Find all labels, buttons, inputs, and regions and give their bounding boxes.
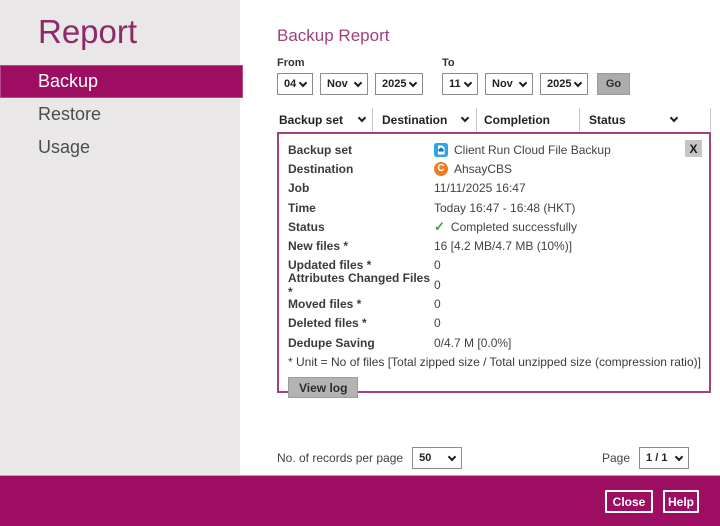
filter-backup-set[interactable]: Backup set: [277, 108, 373, 131]
sidebar-item-usage[interactable]: Usage: [0, 131, 240, 164]
to-month-value: Nov: [492, 78, 513, 90]
chevron-down-icon: [353, 78, 363, 87]
filter-destination[interactable]: Destination: [373, 108, 477, 131]
sidebar-item-restore[interactable]: Restore: [0, 98, 240, 131]
to-day-value: 11: [449, 78, 461, 90]
report-row-deleted-files: Deleted files * 0: [288, 316, 441, 331]
to-date-group: To 11 Nov 2025: [442, 57, 588, 95]
chevron-down-icon: [447, 452, 457, 461]
dedupe-saving-value: 0/4.7 M [0.0%]: [434, 335, 512, 350]
page-title: Report: [38, 13, 138, 50]
job-value: 11/11/2025 16:47: [434, 181, 526, 196]
ahsaycbs-icon: C: [434, 161, 448, 176]
pagination-bar: No. of records per page 50 Page 1 / 1: [277, 447, 711, 471]
from-month-select[interactable]: Nov: [320, 73, 368, 95]
chevron-down-icon: [357, 113, 367, 123]
chevron-down-icon: [573, 78, 583, 87]
filter-status[interactable]: Status: [580, 108, 711, 131]
from-date-group: From 04 Nov 2025: [277, 57, 423, 95]
report-row-status: Status ✓ Completed successfully: [288, 218, 577, 234]
filter-status-label: Status: [589, 112, 626, 127]
go-button[interactable]: Go: [597, 73, 630, 95]
page-select-group: Page 1 / 1: [602, 447, 690, 469]
sidebar: Report Backup Restore Usage: [0, 0, 243, 475]
report-row-job: Job 11/11/2025 16:47: [288, 181, 526, 196]
attributes-changed-value: 0: [434, 277, 441, 292]
view-log-button[interactable]: View log: [288, 377, 359, 399]
report-window: Report Backup Restore Usage Backup Repor…: [0, 0, 720, 526]
sidebar-nav: Backup Restore Usage: [0, 65, 243, 164]
from-year-value: 2025: [382, 78, 407, 90]
updated-files-value: 0: [434, 258, 441, 273]
section-heading: Backup Report: [277, 26, 390, 45]
moved-files-value: 0: [434, 297, 441, 312]
report-row-backup-set: Backup set Client Run Cloud File Backup: [288, 142, 611, 157]
records-per-page-value: 50: [419, 452, 432, 464]
from-label: From: [277, 57, 305, 69]
records-per-page-label: No. of records per page: [277, 451, 404, 465]
help-button[interactable]: Help: [663, 490, 699, 513]
records-per-page-select[interactable]: 50: [412, 447, 463, 469]
chevron-down-icon: [408, 78, 418, 87]
report-row-moved-files: Moved files * 0: [288, 297, 441, 312]
sidebar-item-backup[interactable]: Backup: [0, 65, 243, 98]
chevron-down-icon: [669, 113, 679, 123]
new-files-value: 16 [4.2 MB/4.7 MB (10%)]: [434, 239, 573, 254]
close-report-button[interactable]: X: [685, 140, 702, 157]
filter-completion-label: Completion: [484, 112, 550, 127]
to-day-select[interactable]: 11: [442, 73, 478, 95]
to-year-value: 2025: [547, 78, 572, 90]
page-label: Page: [602, 451, 631, 465]
close-button[interactable]: Close: [605, 490, 653, 513]
report-detail-panel: X Backup set Client Run Cloud File Backu…: [277, 132, 711, 399]
from-year-select[interactable]: 2025: [375, 73, 423, 95]
report-row-new-files: New files * 16 [4.2 MB/4.7 MB (10%)]: [288, 239, 573, 254]
chevron-down-icon: [298, 78, 308, 87]
chevron-down-icon: [463, 78, 473, 87]
page-value: 1 / 1: [646, 452, 668, 464]
cloud-file-backup-icon: [434, 142, 448, 157]
from-month-value: Nov: [327, 78, 348, 90]
footer-bar: Close Help: [0, 475, 720, 526]
chevron-down-icon: [460, 113, 470, 123]
status-value: Completed successfully: [450, 219, 577, 234]
from-day-select[interactable]: 04: [277, 73, 313, 95]
page-select[interactable]: 1 / 1: [639, 447, 690, 469]
chevron-down-icon: [518, 78, 528, 87]
filter-completion[interactable]: Completion: [477, 108, 580, 131]
chevron-down-icon: [674, 452, 684, 461]
to-month-select[interactable]: Nov: [485, 73, 533, 95]
filter-destination-label: Destination: [382, 112, 448, 127]
check-icon: ✓: [434, 218, 445, 234]
report-row-dedupe-saving: Dedupe Saving 0/4.7 M [0.0%]: [288, 335, 512, 350]
filter-bar: Backup set Destination Completion Status: [277, 108, 711, 131]
time-value: Today 16:47 - 16:48 (HKT): [434, 200, 576, 215]
from-day-value: 04: [284, 78, 297, 90]
deleted-files-value: 0: [434, 316, 441, 331]
backup-set-value: Client Run Cloud File Backup: [454, 142, 611, 157]
to-year-select[interactable]: 2025: [540, 73, 588, 95]
to-label: To: [442, 57, 455, 69]
report-row-attributes-changed: Attributes Changed Files * 0: [288, 270, 441, 299]
report-row-time: Time Today 16:47 - 16:48 (HKT): [288, 200, 576, 215]
unit-footnote: * Unit = No of files [Total zipped size …: [288, 354, 701, 369]
destination-value: AhsayCBS: [454, 161, 513, 176]
filter-backup-set-label: Backup set: [279, 112, 344, 127]
records-per-page-group: No. of records per page 50: [277, 447, 463, 469]
report-row-destination: Destination C AhsayCBS: [288, 161, 513, 176]
